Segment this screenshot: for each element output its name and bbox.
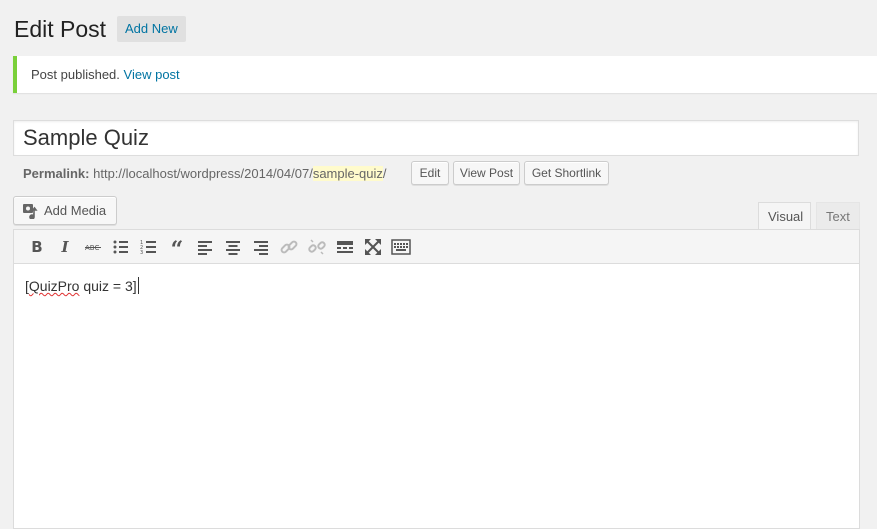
numbered-list-icon[interactable]: 123 [139,237,159,257]
text-caret [137,277,139,294]
post-title-input[interactable]: Sample Quiz [13,120,859,156]
toolbar-toggle-icon[interactable] [391,237,411,257]
permalink-row: Permalink: http://localhost/wordpress/20… [23,166,387,181]
add-media-label: Add Media [44,203,107,218]
italic-icon[interactable]: I [55,237,75,257]
permalink-slug[interactable]: sample-quiz [312,166,383,181]
permalink-base: http://localhost/wordpress/2014/04/07/ [93,166,313,181]
align-right-icon[interactable] [251,237,271,257]
tab-text[interactable]: Text [816,202,860,230]
get-shortlink-button[interactable]: Get Shortlink [524,161,609,185]
align-center-icon[interactable] [223,237,243,257]
post-content-editor[interactable]: B I ABC 123 “ [13,229,860,529]
insert-link-icon[interactable] [279,237,299,257]
permalink-url[interactable]: http://localhost/wordpress/2014/04/07/sa… [93,166,387,181]
strikethrough-icon[interactable]: ABC [83,237,103,257]
post-title-value: Sample Quiz [23,125,149,150]
read-more-icon[interactable] [335,237,355,257]
bulleted-list-icon[interactable] [111,237,131,257]
add-media-button[interactable]: Add Media [13,196,117,225]
permalink-trailing: / [382,166,387,181]
blockquote-icon[interactable]: “ [167,237,187,263]
content-rest: quiz = 3] [79,278,137,294]
misspelled-word: QuizPro [28,278,80,294]
view-post-link[interactable]: View post [124,67,180,82]
page-title: Edit Post [14,16,107,42]
notice-text: Post published. View post [31,67,180,82]
bold-icon[interactable]: B [27,237,47,257]
editor-toolbar: B I ABC 123 “ [14,230,859,264]
permalink-label: Permalink: [23,166,90,181]
svg-text:3: 3 [140,250,143,256]
unlink-icon[interactable] [307,237,327,257]
editor-content: [QuizPro quiz = 3] [25,277,139,294]
view-post-button[interactable]: View Post [453,161,520,185]
fullscreen-icon[interactable] [363,237,383,257]
align-left-icon[interactable] [195,237,215,257]
add-new-button[interactable]: Add New [117,16,186,42]
tab-visual[interactable]: Visual [758,202,811,230]
notice-message: Post published. [31,67,120,82]
edit-permalink-button[interactable]: Edit [411,161,449,185]
media-icon [22,202,40,220]
published-notice: Post published. View post [13,56,877,93]
